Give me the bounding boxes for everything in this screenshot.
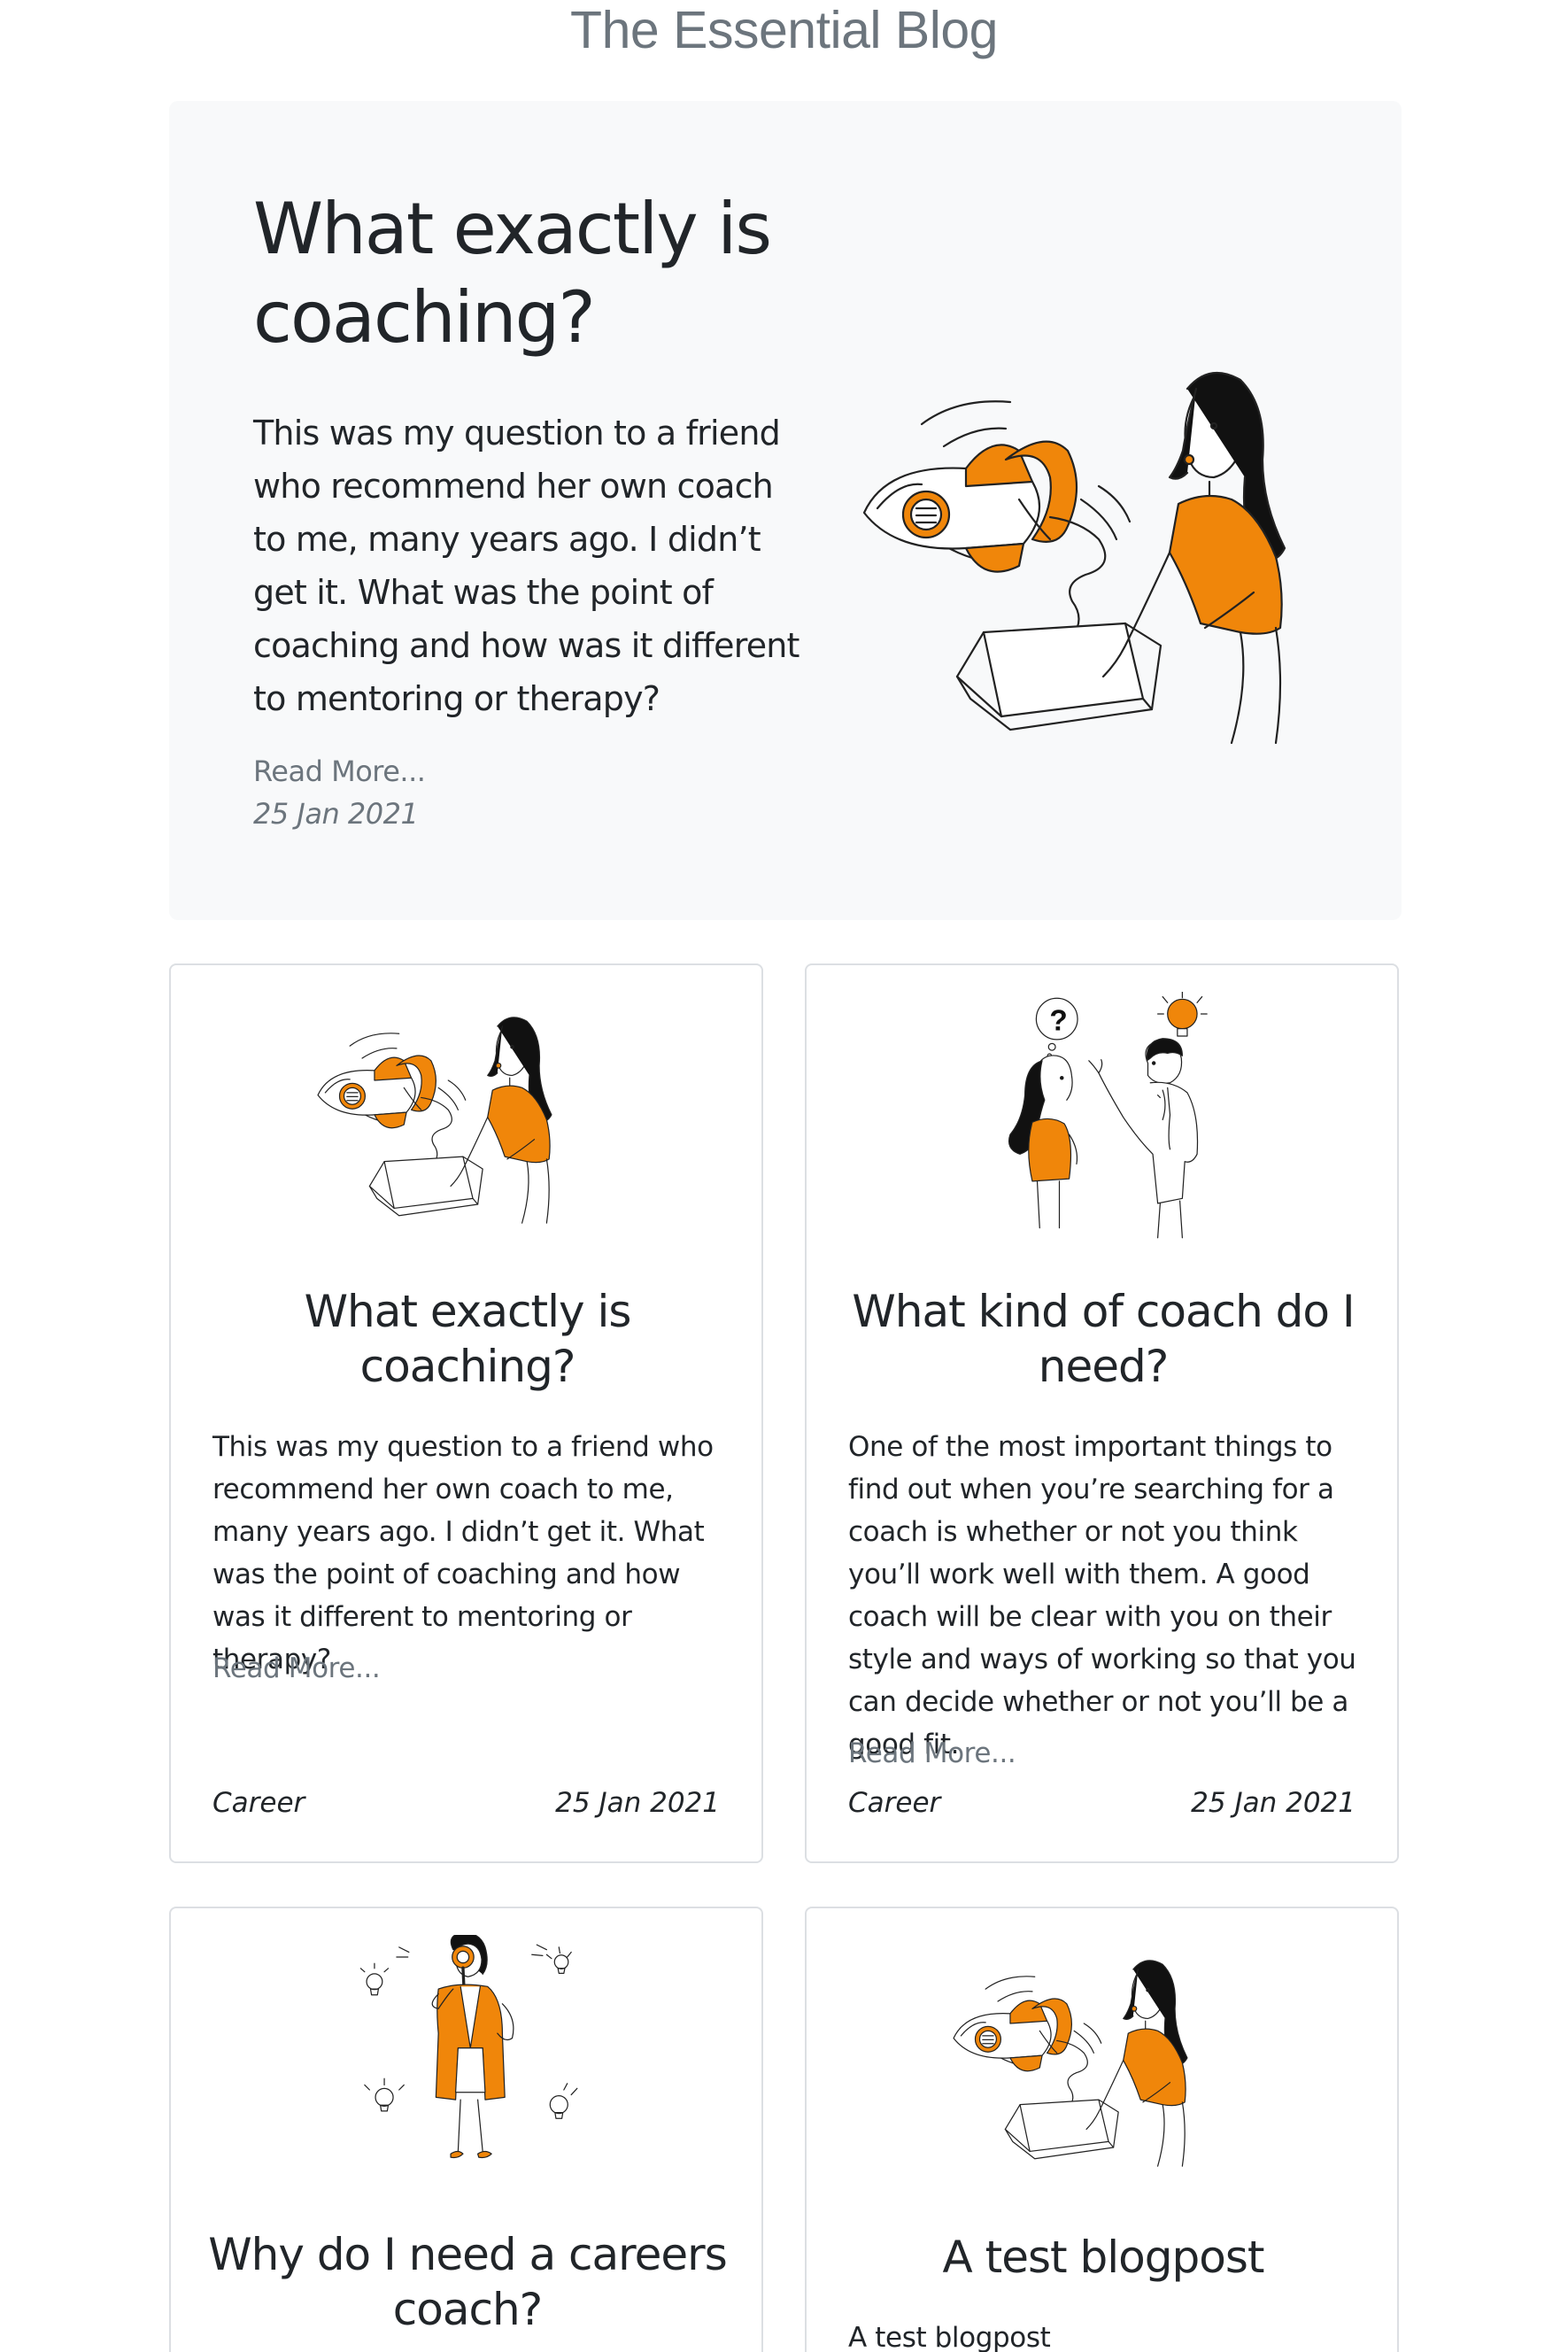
woman-with-rocket-box-illustration [860, 327, 1409, 805]
read-more-link[interactable]: Read More... [848, 1737, 1016, 1769]
featured-post-title[interactable]: What exactly is coaching? [253, 185, 802, 362]
woman-with-rocket-box-illustration [171, 992, 763, 1257]
post-card-title[interactable]: Why do I need a careers coach? [206, 2227, 729, 2337]
woman-with-magnifier-illustration [171, 1935, 763, 2201]
post-date: 25 Jan 2021 [555, 1787, 720, 1819]
featured-post-date: 25 Jan 2021 [253, 797, 419, 831]
post-card: Why do I need a careers coach? [169, 1907, 763, 2352]
post-card-title[interactable]: What kind of coach do I need? [842, 1284, 1364, 1394]
read-more-link[interactable]: Read More... [212, 1652, 381, 1684]
featured-read-more-link[interactable]: Read More... [253, 754, 426, 788]
woman-with-rocket-box-illustration [807, 1935, 1399, 2201]
site-title[interactable]: The Essential Blog [0, 0, 1568, 60]
post-card: What exactly is coaching? This was my qu… [169, 963, 763, 1863]
post-category[interactable]: Career [212, 1787, 305, 1819]
post-date: 25 Jan 2021 [1191, 1787, 1356, 1819]
post-category[interactable]: Career [848, 1787, 940, 1819]
post-card-title[interactable]: A test blogpost [842, 2230, 1364, 2285]
post-card: What kind of coach do I need? One of the… [805, 963, 1399, 1863]
post-card-title[interactable]: What exactly is coaching? [206, 1284, 729, 1394]
post-card-excerpt: One of the most important things to find… [848, 1431, 1356, 1760]
post-card-excerpt: A test blogpost [848, 2322, 1051, 2352]
post-card: A test blogpost A test blogpost [805, 1907, 1399, 2352]
post-card-excerpt: This was my question to a friend who rec… [212, 1431, 714, 1675]
question-and-idea-illustration [807, 992, 1399, 1257]
featured-post-excerpt: This was my question to a friend who rec… [253, 414, 799, 718]
featured-post: What exactly is coaching? This was my qu… [169, 101, 1402, 920]
